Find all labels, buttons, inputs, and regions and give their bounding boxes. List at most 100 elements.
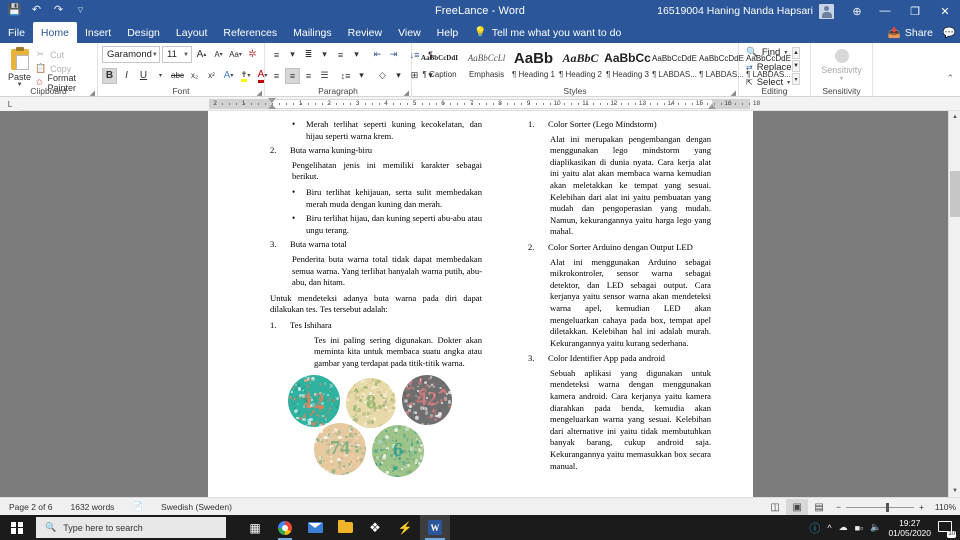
tab-home[interactable]: Home bbox=[33, 22, 77, 43]
cut-button[interactable]: ✂ Cut bbox=[35, 48, 93, 61]
task-view-icon[interactable]: ▦ bbox=[240, 515, 270, 540]
zoom-in-button[interactable]: + bbox=[919, 502, 924, 512]
maximize-button[interactable]: ❐ bbox=[900, 0, 930, 22]
font-name-combobox[interactable]: Garamond ▼ bbox=[102, 46, 160, 63]
file-explorer-icon[interactable] bbox=[330, 515, 360, 540]
scroll-down-icon[interactable]: ▼ bbox=[949, 485, 960, 497]
tell-me-search[interactable]: 💡 Tell me what you want to do bbox=[466, 22, 621, 43]
ishihara-test-plates[interactable]: 12 8 42 74 6 bbox=[284, 375, 456, 455]
multilevel-list-button[interactable]: ≡ bbox=[333, 47, 348, 63]
document-column-left[interactable]: • Merah terlihat seperti kuning kecokelat… bbox=[270, 119, 482, 455]
ruler[interactable]: L 211234567891011121314151618 bbox=[0, 97, 960, 111]
close-button[interactable]: ✕ bbox=[930, 0, 960, 22]
tab-design[interactable]: Design bbox=[119, 22, 168, 43]
collapse-ribbon-icon[interactable]: ⌃ bbox=[946, 73, 954, 84]
comments-icon[interactable]: 💬 bbox=[943, 26, 956, 39]
sensitivity-button[interactable]: Sensitivity bbox=[815, 65, 868, 75]
select-dropdown-icon[interactable]: ▾ bbox=[787, 79, 790, 86]
page-indicator[interactable]: Page 2 of 6 bbox=[0, 502, 61, 512]
decrease-indent-button[interactable]: ⇤ bbox=[370, 47, 385, 63]
tab-help[interactable]: Help bbox=[429, 22, 467, 43]
numbering-dropdown-icon[interactable]: ▾ bbox=[317, 47, 332, 63]
font-dialog-launcher[interactable]: ◢ bbox=[257, 89, 262, 97]
dropbox-icon[interactable]: ❖ bbox=[360, 515, 390, 540]
shading-dropdown-icon[interactable]: ▾ bbox=[391, 68, 406, 84]
superscript-button[interactable]: x² bbox=[204, 68, 219, 84]
zoom-slider[interactable]: − + bbox=[830, 502, 930, 512]
onedrive-icon[interactable]: ☁ bbox=[839, 522, 848, 533]
zoom-out-button[interactable]: − bbox=[836, 502, 841, 512]
replace-button[interactable]: ⇄ Replace bbox=[743, 60, 806, 75]
paragraph-dialog-launcher[interactable]: ◢ bbox=[404, 89, 409, 97]
tab-layout[interactable]: Layout bbox=[168, 22, 216, 43]
word-count[interactable]: 1632 words bbox=[61, 502, 123, 512]
line-spacing-dropdown-icon[interactable]: ▾ bbox=[354, 68, 369, 84]
language-indicator[interactable]: Swedish (Sweden) bbox=[152, 502, 241, 512]
underline-button[interactable]: U bbox=[136, 68, 151, 84]
tab-file[interactable]: File bbox=[0, 22, 33, 43]
sensitivity-dropdown-icon[interactable]: ▾ bbox=[815, 75, 868, 82]
clipboard-dialog-launcher[interactable]: ◢ bbox=[90, 89, 95, 97]
lightshot-icon[interactable]: ⚡ bbox=[390, 515, 420, 540]
tab-mailings[interactable]: Mailings bbox=[285, 22, 340, 43]
numbering-button[interactable]: ≣ bbox=[301, 47, 316, 63]
italic-button[interactable]: I bbox=[119, 68, 134, 84]
share-button[interactable]: 📤 Share bbox=[888, 26, 933, 39]
start-button[interactable] bbox=[0, 515, 34, 540]
shrink-font-button[interactable]: A ▾ bbox=[211, 47, 226, 63]
first-line-indent-marker[interactable] bbox=[268, 98, 276, 103]
security-icon[interactable]: ⓘ bbox=[809, 520, 820, 536]
scrollbar-thumb[interactable] bbox=[950, 171, 960, 217]
document-column-right[interactable]: 1. Color Sorter (Lego Mindstorm) Alat ini … bbox=[528, 119, 711, 476]
strikethrough-button[interactable]: abc bbox=[170, 68, 185, 84]
action-center-icon[interactable]: 10 bbox=[938, 521, 954, 535]
volume-icon[interactable]: 🔈 bbox=[870, 522, 881, 533]
tab-insert[interactable]: Insert bbox=[77, 22, 119, 43]
multilevel-dropdown-icon[interactable]: ▾ bbox=[349, 47, 364, 63]
word-icon[interactable]: W bbox=[420, 515, 450, 540]
bullets-dropdown-icon[interactable]: ▾ bbox=[285, 47, 300, 63]
tab-view[interactable]: View bbox=[390, 22, 429, 43]
print-layout-button[interactable]: ▣ bbox=[786, 499, 808, 515]
line-spacing-button[interactable]: ↕≡ bbox=[338, 68, 353, 84]
scroll-up-icon[interactable]: ▲ bbox=[949, 111, 960, 123]
shading-button[interactable]: ◇ bbox=[375, 68, 390, 84]
tab-references[interactable]: References bbox=[215, 22, 285, 43]
proofing-errors-icon[interactable]: 📄 bbox=[123, 501, 152, 512]
clock[interactable]: 19:27 01/05/2020 bbox=[888, 518, 931, 538]
read-mode-button[interactable]: ◫ bbox=[764, 499, 786, 515]
bold-button[interactable]: B bbox=[102, 68, 117, 84]
document-canvas[interactable]: • Merah terlihat seperti kuning kecokelat… bbox=[0, 111, 960, 497]
align-left-button[interactable]: ≡ bbox=[269, 68, 284, 84]
underline-dropdown-icon[interactable]: ▾ bbox=[153, 68, 168, 84]
tab-stop-selector-icon[interactable]: L bbox=[0, 97, 20, 111]
taskbar-search-box[interactable]: 🔍 Type here to search bbox=[36, 517, 226, 538]
right-indent-marker[interactable] bbox=[708, 104, 716, 109]
tab-review[interactable]: Review bbox=[340, 22, 390, 43]
mail-icon[interactable] bbox=[300, 515, 330, 540]
align-center-button[interactable]: ≡ bbox=[285, 68, 300, 84]
find-button[interactable]: 🔍 Find ▾ bbox=[743, 45, 806, 60]
zoom-track[interactable] bbox=[846, 507, 914, 508]
avatar[interactable] bbox=[819, 4, 834, 19]
zoom-handle[interactable] bbox=[886, 503, 889, 512]
user-account-name[interactable]: 16519004 Haning Nanda Hapsari bbox=[657, 5, 813, 17]
clear-formatting-icon[interactable]: ✲ bbox=[245, 47, 260, 63]
text-effects-button[interactable]: A ▾ bbox=[221, 68, 236, 84]
web-layout-button[interactable]: ▤ bbox=[808, 499, 830, 515]
change-case-button[interactable]: Aa ▾ bbox=[228, 47, 243, 63]
battery-icon[interactable]: ■▫ bbox=[855, 523, 864, 533]
align-right-button[interactable]: ≡ bbox=[301, 68, 316, 84]
subscript-button[interactable]: x₂ bbox=[187, 68, 202, 84]
chrome-icon[interactable] bbox=[270, 515, 300, 540]
find-dropdown-icon[interactable]: ▾ bbox=[784, 49, 787, 56]
increase-indent-button[interactable]: ⇥ bbox=[386, 47, 401, 63]
hanging-indent-marker[interactable] bbox=[268, 104, 276, 109]
justify-button[interactable]: ☰ bbox=[317, 68, 332, 84]
document-page[interactable]: • Merah terlihat seperti kuning kecokelat… bbox=[208, 111, 753, 497]
zoom-level[interactable]: 110% bbox=[930, 502, 956, 512]
show-hidden-icons[interactable]: ^ bbox=[827, 523, 831, 533]
text-highlight-color-button[interactable]: ✝ ▾ bbox=[238, 68, 253, 84]
font-size-combobox[interactable]: 11 ▼ bbox=[162, 46, 192, 63]
ribbon-display-options-icon[interactable]: ⊕ bbox=[844, 5, 870, 18]
